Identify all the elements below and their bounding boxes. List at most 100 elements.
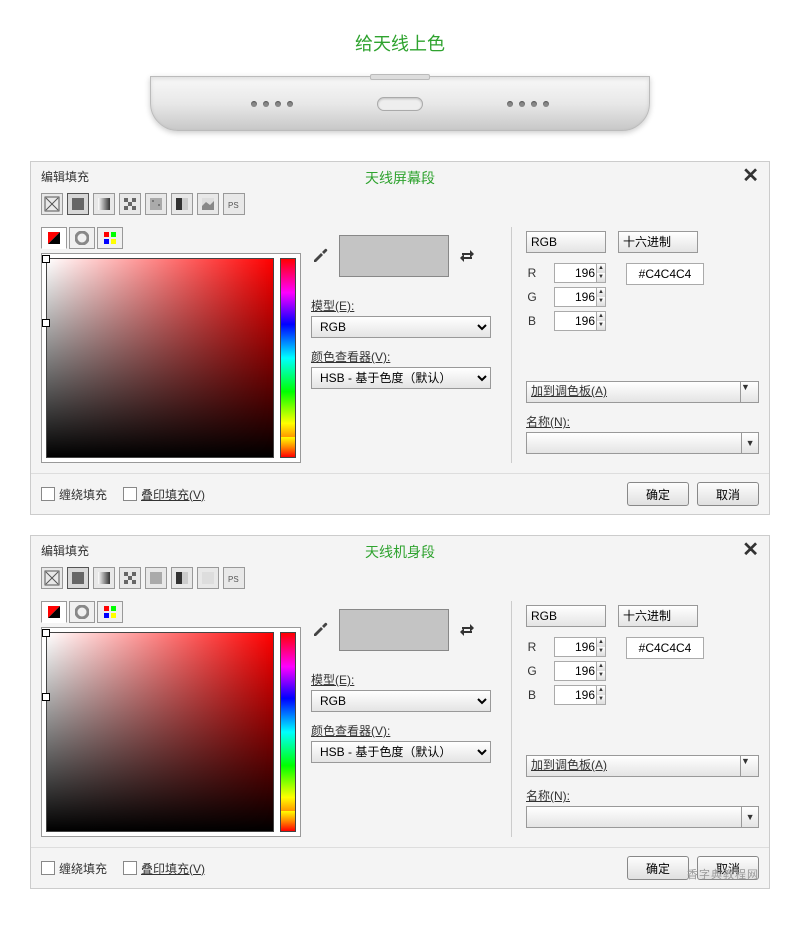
color-picker-panel xyxy=(41,601,301,837)
model-label: 模型(E): xyxy=(311,671,501,688)
uniform-fill-icon[interactable] xyxy=(67,567,89,589)
model-select[interactable]: RGB xyxy=(311,690,491,712)
format-select[interactable]: 十六进制 xyxy=(618,605,698,627)
g-label: G xyxy=(526,664,538,678)
no-fill-icon[interactable] xyxy=(41,193,63,215)
wrap-fill-checkbox[interactable]: 缠绕填充 xyxy=(41,486,107,503)
gradient-handle-icon[interactable] xyxy=(42,693,50,701)
phone-body xyxy=(150,76,650,131)
viewer-select[interactable]: HSB - 基于色度（默认） xyxy=(311,367,491,389)
texture-fill-icon[interactable] xyxy=(145,193,167,215)
bitmap-fill-icon[interactable] xyxy=(197,567,219,589)
name-label: 名称(N): xyxy=(526,413,759,430)
edit-fill-dialog-1: 编辑填充 天线屏幕段 ✕ PS xyxy=(30,161,770,515)
spinner-icon[interactable]: ▲▼ xyxy=(596,685,606,705)
texture-fill-icon[interactable] xyxy=(145,567,167,589)
gradient-handle-icon[interactable] xyxy=(42,319,50,327)
svg-text:PS: PS xyxy=(228,201,239,210)
gradient-handle-icon[interactable] xyxy=(42,255,50,263)
right-panel: RGB 十六进制 R ▲▼ G ▲▼ B ▲▼ xyxy=(511,601,759,837)
hue-slider[interactable] xyxy=(280,632,296,832)
spinner-icon[interactable]: ▲▼ xyxy=(596,263,606,283)
postscript-fill-icon[interactable]: PS xyxy=(223,193,245,215)
g-label: G xyxy=(526,290,538,304)
viewer-label: 颜色查看器(V): xyxy=(311,348,501,365)
palette-tab-icon[interactable] xyxy=(97,601,123,623)
add-to-palette-select[interactable]: 加到调色板(A) xyxy=(526,381,741,403)
format-select[interactable]: 十六进制 xyxy=(618,231,698,253)
b-label: B xyxy=(526,688,538,702)
name-dropdown-icon[interactable]: ▼ xyxy=(742,806,759,828)
color-gradient-box[interactable] xyxy=(46,632,274,832)
color-gradient-box[interactable] xyxy=(46,258,274,458)
r-label: R xyxy=(526,640,538,654)
phone-port xyxy=(377,97,423,111)
overlap-fill-checkbox[interactable]: 叠印填充(V) xyxy=(123,486,205,503)
r-input[interactable] xyxy=(554,263,598,283)
two-color-icon[interactable] xyxy=(171,567,193,589)
swap-icon[interactable] xyxy=(459,248,475,264)
pattern-fill-icon[interactable] xyxy=(119,567,141,589)
mid-panel: 模型(E): RGB 颜色查看器(V): HSB - 基于色度（默认） xyxy=(311,601,501,837)
color-picker-panel xyxy=(41,227,301,463)
close-icon[interactable]: ✕ xyxy=(742,540,759,560)
spinner-icon[interactable]: ▲▼ xyxy=(596,287,606,307)
fountain-fill-icon[interactable] xyxy=(93,567,115,589)
mixer-tab-icon[interactable] xyxy=(41,601,67,623)
hex-input[interactable] xyxy=(626,637,704,659)
palette-tab-icon[interactable] xyxy=(97,227,123,249)
name-dropdown-icon[interactable]: ▼ xyxy=(742,432,759,454)
spinner-icon[interactable]: ▲▼ xyxy=(596,311,606,331)
eyedropper-icon[interactable] xyxy=(311,621,329,639)
color-mode-select[interactable]: RGB xyxy=(526,605,606,627)
model-label: 模型(E): xyxy=(311,297,501,314)
r-label: R xyxy=(526,266,538,280)
g-input[interactable] xyxy=(554,287,598,307)
b-label: B xyxy=(526,314,538,328)
phone-slot xyxy=(370,74,430,80)
uniform-fill-icon[interactable] xyxy=(67,193,89,215)
name-input[interactable] xyxy=(526,432,742,454)
viewer-select[interactable]: HSB - 基于色度（默认） xyxy=(311,741,491,763)
edit-fill-dialog-2: 编辑填充 天线机身段 ✕ PS xyxy=(30,535,770,889)
spinner-icon[interactable]: ▲▼ xyxy=(596,637,606,657)
hue-slider[interactable] xyxy=(280,258,296,458)
b-input[interactable] xyxy=(554,311,598,331)
bitmap-fill-icon[interactable] xyxy=(197,193,219,215)
hex-input[interactable] xyxy=(626,263,704,285)
two-color-icon[interactable] xyxy=(171,193,193,215)
mixer-tab-icon[interactable] xyxy=(41,227,67,249)
overlap-fill-checkbox[interactable]: 叠印填充(V) xyxy=(123,860,205,877)
palette-dropdown-icon[interactable]: ▼ xyxy=(741,755,759,777)
fill-type-toolbar: PS xyxy=(31,187,769,221)
ok-button[interactable]: 确定 xyxy=(627,856,689,880)
page-title: 给天线上色 xyxy=(0,0,800,76)
fill-type-toolbar: PS xyxy=(31,561,769,595)
phone-dots-right xyxy=(507,101,549,107)
phone-illustration xyxy=(150,76,650,131)
wrap-fill-checkbox[interactable]: 缠绕填充 xyxy=(41,860,107,877)
color-wheel-tab-icon[interactable] xyxy=(69,227,95,249)
close-icon[interactable]: ✕ xyxy=(742,166,759,186)
b-input[interactable] xyxy=(554,685,598,705)
name-input[interactable] xyxy=(526,806,742,828)
ok-button[interactable]: 确定 xyxy=(627,482,689,506)
palette-dropdown-icon[interactable]: ▼ xyxy=(741,381,759,403)
pattern-fill-icon[interactable] xyxy=(119,193,141,215)
model-select[interactable]: RGB xyxy=(311,316,491,338)
eyedropper-icon[interactable] xyxy=(311,247,329,265)
add-to-palette-select[interactable]: 加到调色板(A) xyxy=(526,755,741,777)
phone-dots-left xyxy=(251,101,293,107)
gradient-handle-icon[interactable] xyxy=(42,629,50,637)
cancel-button[interactable]: 取消 xyxy=(697,482,759,506)
fountain-fill-icon[interactable] xyxy=(93,193,115,215)
color-mode-select[interactable]: RGB xyxy=(526,231,606,253)
r-input[interactable] xyxy=(554,637,598,657)
swap-icon[interactable] xyxy=(459,622,475,638)
no-fill-icon[interactable] xyxy=(41,567,63,589)
postscript-fill-icon[interactable]: PS xyxy=(223,567,245,589)
color-wheel-tab-icon[interactable] xyxy=(69,601,95,623)
spinner-icon[interactable]: ▲▼ xyxy=(596,661,606,681)
watermark-text: 香字典教程网 xyxy=(687,866,759,882)
g-input[interactable] xyxy=(554,661,598,681)
